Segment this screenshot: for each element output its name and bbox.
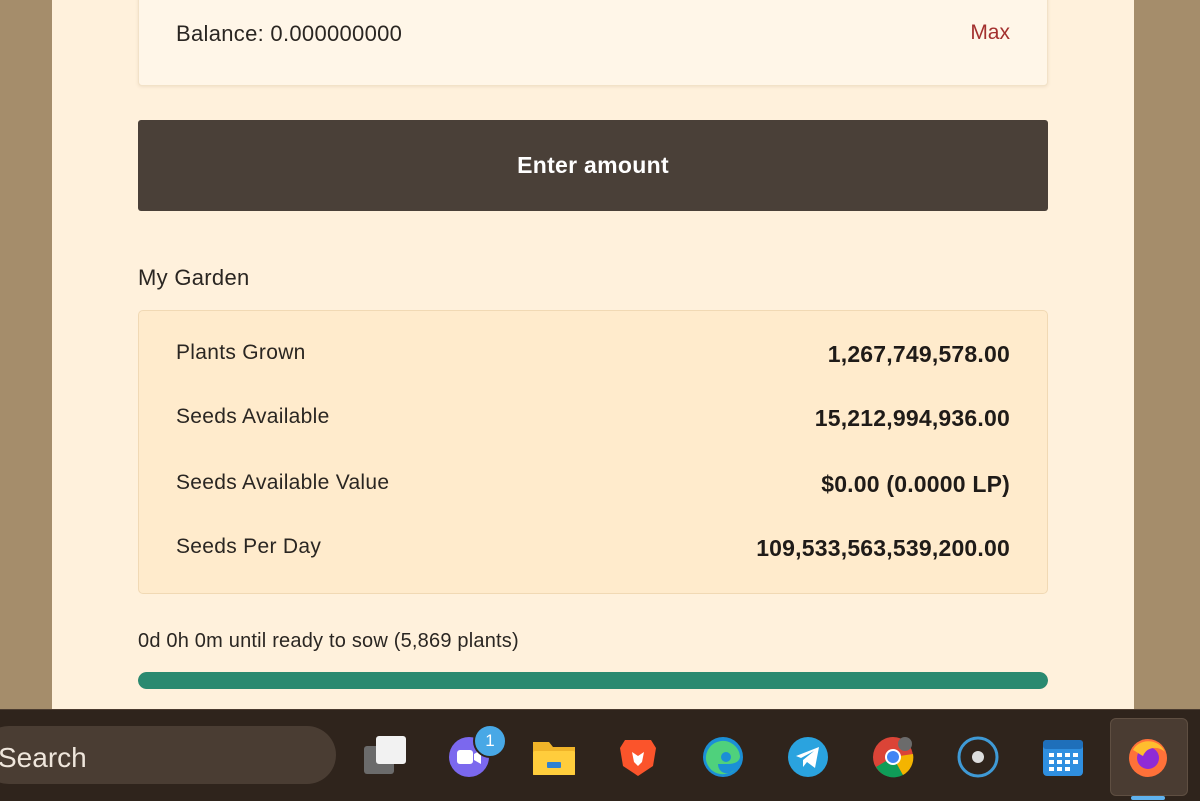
garden-stats-card: Plants Grown 1,267,749,578.00 Seeds Avai… (138, 310, 1048, 594)
search-label: Search (0, 742, 87, 773)
chrome-icon[interactable] (870, 734, 916, 780)
edge-icon[interactable] (700, 734, 746, 780)
teams-notification-badge: 1 (473, 724, 507, 758)
calendar-icon[interactable] (1040, 734, 1086, 780)
taskbar-search-box[interactable]: Search (0, 726, 336, 784)
cortana-icon[interactable] (955, 734, 1001, 780)
stat-value: 15,212,994,936.00 (814, 405, 1010, 431)
stat-label: Seeds Per Day (176, 535, 322, 558)
garden-panel: Balance: 0.000000000 Max Enter amount My… (52, 0, 1134, 709)
stat-row-seeds-per-day: Seeds Per Day 109,533,563,539,200.00 (176, 535, 1010, 565)
firefox-icon[interactable] (1125, 734, 1171, 780)
my-garden-title: My Garden (138, 265, 250, 290)
active-app-indicator (1131, 796, 1165, 800)
stat-label: Seeds Available (176, 405, 330, 428)
telegram-icon[interactable] (785, 734, 831, 780)
max-button[interactable]: Max (970, 21, 1010, 45)
balance-card: Balance: 0.000000000 Max (138, 0, 1048, 86)
stat-row-seeds-available-value: Seeds Available Value $0.00 (0.0000 LP) (176, 471, 1010, 501)
stat-row-seeds-available: Seeds Available 15,212,994,936.00 (176, 405, 1010, 435)
stat-label: Seeds Available Value (176, 471, 390, 494)
windows-taskbar: Search (0, 709, 1200, 801)
stat-label: Plants Grown (176, 341, 306, 364)
page-background-right (1134, 0, 1200, 709)
stat-value: 1,267,749,578.00 (827, 341, 1010, 367)
balance-text: Balance: 0.000000000 (176, 21, 403, 46)
file-explorer-icon[interactable] (531, 734, 577, 780)
page-background-left (0, 0, 52, 709)
enter-amount-button[interactable]: Enter amount (138, 120, 1048, 211)
sow-progress-bar (138, 672, 1048, 689)
brave-icon[interactable] (615, 734, 661, 780)
task-view-icon[interactable] (362, 734, 408, 780)
stat-value: $0.00 (0.0000 LP) (821, 471, 1010, 497)
sow-progress-fill (138, 672, 1048, 689)
stat-value: 109,533,563,539,200.00 (756, 535, 1010, 561)
stat-row-plants-grown: Plants Grown 1,267,749,578.00 (176, 341, 1010, 371)
sow-countdown-text: 0d 0h 0m until ready to sow (5,869 plant… (138, 630, 519, 652)
